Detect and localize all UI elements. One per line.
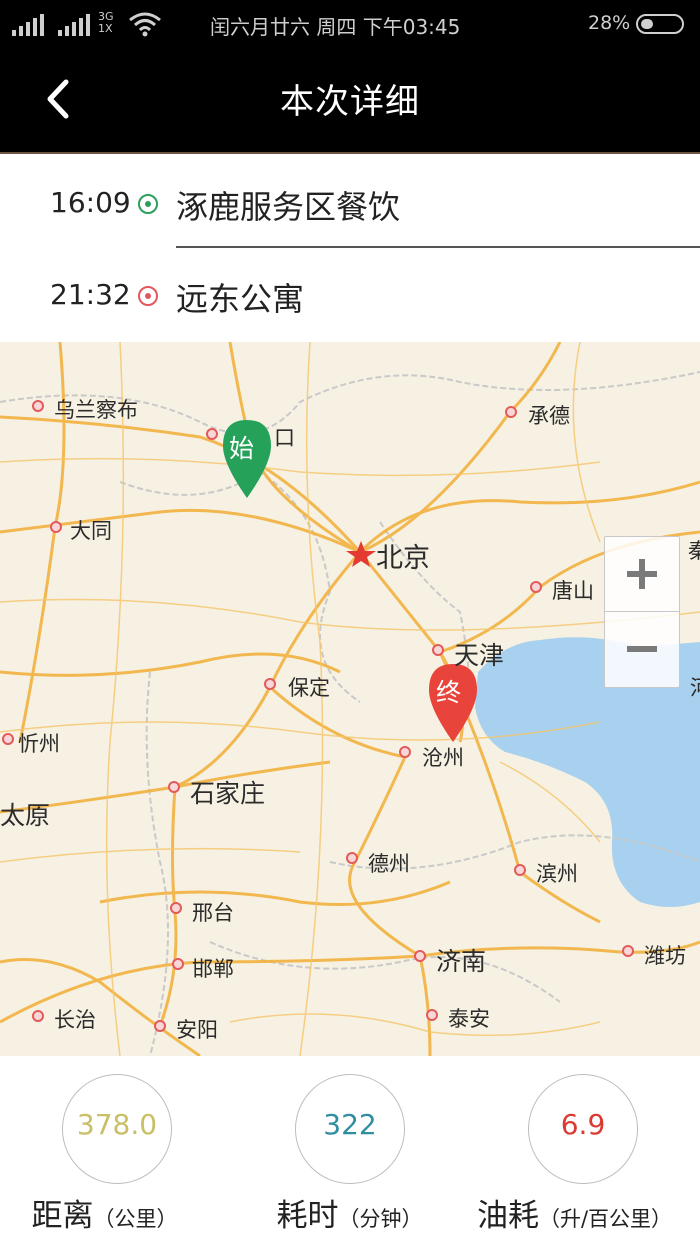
trip-stats: 378.0 距离（公里） 322 耗时（分钟） 6.9 油耗（升/百公里） [0, 1056, 700, 1244]
city-label: 石家庄 [190, 779, 266, 808]
zoom-in-button[interactable] [605, 537, 679, 612]
duration-label: 耗时（分钟） [276, 1198, 423, 1234]
duration-stat: 322 耗时（分钟） [233, 1056, 466, 1244]
city-label: 沧州 [422, 746, 464, 770]
divider [176, 246, 700, 248]
plus-icon [627, 559, 657, 589]
city-label: 长治 [54, 1008, 96, 1032]
battery-percent: 28% [588, 12, 631, 34]
signal-icon [12, 14, 44, 36]
page-title: 本次详细 [280, 82, 420, 122]
end-place: 远东公寓 [176, 280, 305, 318]
end-marker-label: 终 [436, 678, 462, 707]
city-label: 乌兰察布 [54, 398, 138, 422]
fuel-value: 6.9 [560, 1108, 606, 1141]
fuel-label: 油耗（升/百公里） [476, 1198, 673, 1234]
city-label: 河 [690, 672, 700, 702]
network-type: 3G 1X [98, 10, 114, 35]
city-label: 北京 [376, 543, 430, 574]
city-label: 邢台 [192, 901, 234, 925]
city-label: 口 [274, 426, 295, 450]
trip-end-row: 21:32 远东公寓 [0, 250, 700, 342]
status-clock: 闰六月廿六 周四 下午03:45 [210, 15, 461, 39]
route-map[interactable]: 始 终 乌兰察布 口 承德 大同 北京 唐山 天津 保定 忻州 沧州 石家庄 太… [0, 342, 700, 1056]
signal-icon [58, 14, 90, 36]
end-time: 21:32 [50, 278, 131, 311]
zoom-controls [604, 536, 680, 688]
city-label: 济南 [436, 947, 487, 976]
start-dot-icon [138, 194, 158, 214]
city-label: 安阳 [176, 1018, 218, 1042]
city-label: 太原 [0, 801, 51, 830]
zoom-out-button[interactable] [605, 612, 679, 686]
city-label: 大同 [70, 519, 112, 543]
city-label: 忻州 [18, 732, 60, 756]
city-label: 唐山 [552, 579, 594, 603]
fuel-stat: 6.9 油耗（升/百公里） [466, 1056, 699, 1244]
city-label: 滨州 [536, 862, 578, 886]
city-label: 承德 [528, 404, 570, 428]
start-marker-label: 始 [229, 434, 255, 463]
end-dot-icon [138, 286, 158, 306]
start-time: 16:09 [50, 186, 131, 219]
city-label: 天津 [454, 641, 505, 670]
city-label: 保定 [288, 676, 330, 700]
city-label: 秦 [688, 539, 700, 563]
city-label: 邯郸 [192, 957, 234, 981]
city-label: 德州 [368, 852, 410, 876]
status-bar: 3G 1X 闰六月廿六 周四 下午03:45 28% [0, 0, 700, 50]
duration-value: 322 [323, 1108, 377, 1141]
distance-stat: 378.0 距离（公里） [0, 1056, 233, 1244]
distance-label: 距离（公里） [31, 1198, 178, 1234]
trip-start-row: 16:09 涿鹿服务区餐饮 [0, 158, 700, 250]
wifi-icon [128, 10, 162, 43]
distance-value: 378.0 [76, 1108, 158, 1141]
divider [0, 152, 700, 154]
city-label: 潍坊 [644, 944, 686, 968]
start-place: 涿鹿服务区餐饮 [176, 188, 401, 226]
title-bar: 本次详细 [0, 50, 700, 154]
map-background [0, 342, 700, 1056]
minus-icon [627, 646, 657, 652]
city-label: 泰安 [448, 1007, 490, 1031]
battery-icon [636, 14, 684, 34]
